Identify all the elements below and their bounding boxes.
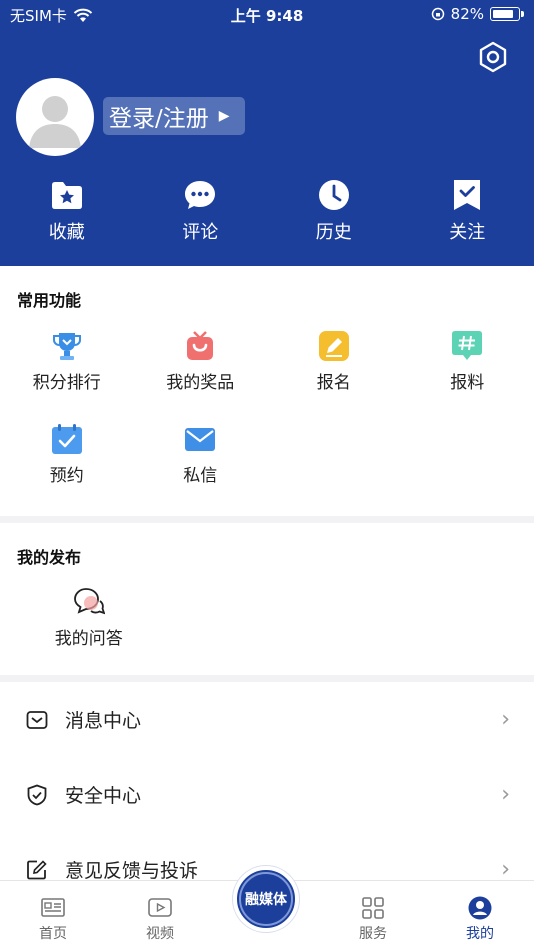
settings-icon[interactable] bbox=[476, 40, 510, 74]
tab-mine[interactable]: 我的 bbox=[440, 895, 520, 943]
quick-action-label: 评论 bbox=[182, 222, 219, 243]
default-avatar-icon bbox=[29, 96, 81, 148]
shield-check-icon bbox=[27, 784, 47, 805]
menu-row-label: 消息中心 bbox=[65, 710, 142, 732]
grid-item-label: 积分排行 bbox=[32, 373, 101, 393]
quick-actions: 收藏 评论 历史 关注 bbox=[0, 178, 534, 244]
grid-item-points-ranking[interactable]: 积分排行 bbox=[0, 330, 134, 393]
quick-action-follow[interactable]: 关注 bbox=[401, 178, 534, 244]
tab-label: 视频 bbox=[146, 926, 174, 942]
quick-action-favorites[interactable]: 收藏 bbox=[0, 178, 134, 244]
bookmark-check-icon bbox=[454, 180, 481, 210]
trophy-icon bbox=[52, 333, 81, 360]
calendar-check-icon bbox=[51, 424, 82, 454]
menu-row-label: 意见反馈与投诉 bbox=[65, 860, 199, 882]
quick-action-label: 收藏 bbox=[48, 222, 85, 243]
login-label: 登录/注册 bbox=[109, 106, 209, 132]
menu-row-message-center[interactable]: 消息中心 › bbox=[0, 682, 534, 757]
quick-action-label: 关注 bbox=[449, 222, 486, 243]
grid-item-label: 我的问答 bbox=[54, 629, 123, 649]
section-title-common: 常用功能 bbox=[17, 291, 82, 310]
menu-row-label: 安全中心 bbox=[65, 785, 142, 807]
triangle-right-icon: ▶ bbox=[218, 108, 230, 124]
news-icon bbox=[41, 898, 65, 917]
grid-item-news-tip[interactable]: 报料 bbox=[401, 330, 534, 393]
battery-icon bbox=[490, 7, 524, 21]
my-publish-section: 我的发布 我的问答 bbox=[0, 523, 534, 675]
feedback-edit-icon bbox=[27, 859, 47, 879]
folder-star-icon bbox=[51, 182, 82, 209]
grid-item-sign-up[interactable]: 报名 bbox=[267, 330, 401, 393]
section-title-publish: 我的发布 bbox=[17, 548, 82, 567]
quick-action-comments[interactable]: 评论 bbox=[134, 178, 268, 244]
grid-item-label: 我的奖品 bbox=[166, 373, 235, 393]
chat-bubbles-icon bbox=[73, 588, 105, 615]
menu-row-security-center[interactable]: 安全中心 › bbox=[0, 757, 534, 832]
grid-item-my-prizes[interactable]: 我的奖品 bbox=[134, 330, 268, 393]
avatar[interactable] bbox=[16, 78, 94, 156]
login-register-button[interactable]: 登录/注册 ▶ bbox=[103, 97, 245, 135]
video-icon bbox=[148, 898, 172, 917]
hashtag-icon bbox=[452, 331, 483, 360]
grid-item-label: 报名 bbox=[316, 373, 351, 393]
chevron-right-icon: › bbox=[501, 707, 510, 732]
common-functions-section: 常用功能 积分排行 我的奖品 报名 报料 预约 私信 bbox=[0, 266, 534, 516]
grid-item-label: 私信 bbox=[183, 466, 218, 486]
orientation-lock-icon bbox=[431, 7, 444, 21]
quick-action-history[interactable]: 历史 bbox=[267, 178, 401, 244]
tab-video[interactable]: 视频 bbox=[120, 895, 200, 943]
grid-item-label: 报料 bbox=[450, 373, 485, 393]
menu-list: 消息中心 › 安全中心 › 意见反馈与投诉 › bbox=[0, 682, 534, 882]
tab-services[interactable]: 服务 bbox=[333, 895, 413, 943]
status-bar: 无SIM卡 上午 9:48 82% bbox=[0, 0, 534, 28]
tab-label: 首页 bbox=[39, 926, 67, 942]
grid-item-label: 预约 bbox=[49, 466, 84, 486]
user-icon bbox=[468, 896, 492, 920]
message-icon bbox=[26, 710, 48, 729]
edit-icon bbox=[318, 331, 349, 361]
grid-icon bbox=[362, 897, 384, 919]
media-center-button[interactable]: 融媒体 bbox=[233, 866, 299, 932]
tab-label: 我的 bbox=[466, 926, 494, 942]
profile-header: 无SIM卡 上午 9:48 82% 登录/注册 ▶ 收藏 评论 历史 关注 bbox=[0, 0, 534, 266]
battery-percent: 82% bbox=[450, 5, 484, 23]
mail-icon bbox=[185, 428, 216, 451]
clock-icon bbox=[318, 180, 349, 210]
gift-icon bbox=[187, 331, 214, 360]
media-center-label: 融媒体 bbox=[239, 872, 293, 926]
quick-action-label: 历史 bbox=[315, 222, 352, 243]
comment-icon bbox=[185, 181, 216, 209]
grid-item-reservation[interactable]: 预约 bbox=[0, 423, 134, 486]
tab-label: 服务 bbox=[359, 926, 387, 942]
tab-home[interactable]: 首页 bbox=[13, 895, 93, 943]
chevron-right-icon: › bbox=[501, 857, 510, 882]
grid-item-my-qa[interactable]: 我的问答 bbox=[22, 586, 156, 649]
grid-item-private-message[interactable]: 私信 bbox=[134, 423, 268, 486]
chevron-right-icon: › bbox=[501, 782, 510, 807]
